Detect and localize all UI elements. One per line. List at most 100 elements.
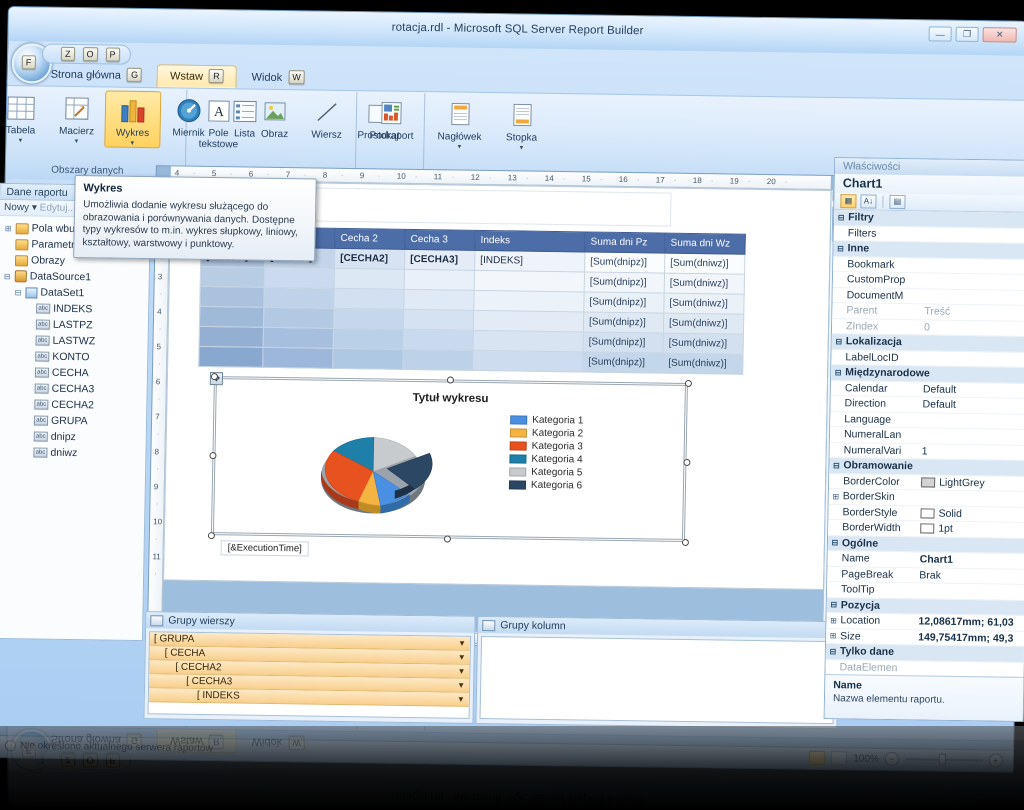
matrix-cell[interactable] bbox=[473, 330, 584, 352]
matrix-cell[interactable]: [Sum(dnipz)] bbox=[583, 331, 664, 354]
property-expander-icon[interactable]: ⊟ bbox=[827, 600, 841, 609]
categorized-icon[interactable]: ▦ bbox=[840, 194, 857, 209]
matrix-header-cell[interactable]: Suma dni Wz bbox=[664, 233, 746, 255]
property-value[interactable]: LightGrey bbox=[919, 476, 1024, 490]
alphabetical-sort-icon[interactable]: A↓ bbox=[860, 194, 877, 209]
property-value[interactable]: Default bbox=[921, 383, 1024, 397]
properties-grid[interactable]: ⊟ Filtry Filters ⊟ Inne Bookmark CustomProp Doc… bbox=[825, 210, 1024, 677]
property-value[interactable] bbox=[924, 234, 1024, 236]
execution-time-textbox[interactable]: [&ExecutionTime] bbox=[220, 540, 309, 557]
property-value[interactable] bbox=[917, 591, 1024, 593]
property-expander-icon[interactable]: ⊟ bbox=[832, 337, 846, 346]
matrix-header-cell[interactable]: Indeks bbox=[474, 230, 586, 252]
print-layout-view-button[interactable] bbox=[831, 751, 848, 766]
matrix-cell[interactable]: [Sum(dnipz)] bbox=[582, 351, 664, 374]
wykres-dropdown-arrow-icon[interactable]: ▾ bbox=[131, 140, 135, 147]
matrix-cell[interactable] bbox=[403, 329, 474, 351]
property-page-icon[interactable]: ▤ bbox=[889, 194, 906, 210]
matrix-cell[interactable] bbox=[402, 349, 474, 371]
ribbon-button-podraport[interactable]: Podraport bbox=[360, 94, 423, 142]
ribbon-button-pole-tekstowe[interactable]: A Pole tekstowe bbox=[190, 92, 247, 151]
handle-middle-right[interactable] bbox=[683, 458, 691, 467]
property-value[interactable]: 0 bbox=[922, 321, 1024, 335]
ribbon-button-naglowek[interactable]: Nagłówek ▾ bbox=[428, 95, 491, 151]
matrix-cell[interactable] bbox=[333, 288, 405, 310]
matrix-cell[interactable]: [Sum(dnipz)] bbox=[583, 311, 664, 334]
property-value[interactable]: 1 bbox=[920, 445, 1024, 459]
property-expander-icon[interactable]: ⊞ bbox=[826, 616, 840, 625]
matrix-cell[interactable] bbox=[262, 347, 334, 369]
matrix-cell[interactable] bbox=[263, 327, 334, 349]
matrix-cell[interactable] bbox=[472, 350, 584, 372]
edit-button[interactable]: Edytuj... bbox=[40, 203, 76, 215]
design-view-button[interactable] bbox=[809, 750, 826, 766]
property-value[interactable]: 149,75417mm; 49,3 bbox=[916, 631, 1024, 645]
zoom-slider-thumb[interactable] bbox=[938, 753, 946, 766]
matrix-cell[interactable] bbox=[474, 270, 585, 292]
property-expander-icon[interactable]: ⊟ bbox=[826, 647, 840, 656]
tree-expander-icon[interactable]: ⊟ bbox=[3, 272, 12, 281]
zoom-out-button[interactable]: − bbox=[884, 751, 899, 767]
property-expander-icon[interactable]: ⊞ bbox=[826, 631, 840, 640]
ribbon-button-macierz[interactable]: Macierz ▾ bbox=[48, 90, 105, 146]
matrix-cell[interactable]: [Sum(dnipz)] bbox=[584, 251, 665, 274]
property-value[interactable] bbox=[923, 281, 1024, 283]
ribbon-button-obraz[interactable]: Obraz bbox=[246, 92, 303, 140]
row-group-chevron-down-icon[interactable]: ▼ bbox=[458, 639, 466, 648]
matrix-cell[interactable] bbox=[473, 310, 584, 332]
property-expander-icon[interactable]: ⊟ bbox=[831, 368, 845, 377]
matrix-cell[interactable] bbox=[263, 287, 335, 309]
tab-widok[interactable]: Widok W bbox=[238, 65, 318, 89]
zoom-in-button[interactable]: + bbox=[988, 753, 1003, 768]
property-value[interactable]: Default bbox=[920, 399, 1024, 413]
handle-middle-left[interactable] bbox=[209, 452, 217, 460]
property-value[interactable]: 12,08617mm; 61,03 bbox=[916, 616, 1024, 630]
property-value[interactable]: 1pt bbox=[918, 523, 1024, 537]
matrix-cell[interactable]: [CECHA3] bbox=[404, 249, 475, 271]
handle-bottom-left[interactable] bbox=[207, 532, 215, 540]
minimize-button[interactable]: — bbox=[928, 26, 952, 42]
property-expander-icon[interactable]: ⊟ bbox=[829, 461, 843, 470]
matrix-cell[interactable]: [INDEKS] bbox=[474, 250, 585, 272]
matrix-header-cell[interactable]: Cecha 3 bbox=[404, 229, 476, 251]
handle-bottom-right[interactable] bbox=[681, 538, 689, 547]
new-caret-icon[interactable]: ▾ bbox=[32, 202, 37, 213]
matrix-cell[interactable] bbox=[199, 286, 265, 308]
matrix-cell[interactable] bbox=[199, 326, 264, 348]
tab-wstaw[interactable]: Wstaw R bbox=[156, 64, 237, 89]
property-value[interactable]: Chart1 bbox=[918, 554, 1024, 568]
tree-expander-icon[interactable]: ⊞ bbox=[4, 224, 13, 233]
matrix-cell[interactable]: [Sum(dniwz)] bbox=[663, 293, 745, 315]
tab-strona-glowna[interactable]: Strona główna G bbox=[37, 62, 155, 87]
ribbon-button-tabela[interactable]: Tabela ▾ bbox=[0, 89, 49, 145]
matrix-cell[interactable] bbox=[404, 269, 475, 291]
tree-expander-icon[interactable]: ⊟ bbox=[13, 288, 22, 297]
matrix-cell[interactable] bbox=[333, 328, 404, 350]
row-group-chevron-down-icon[interactable]: ▼ bbox=[458, 653, 466, 662]
tree-item-dniwz[interactable]: abc dniwz bbox=[0, 444, 146, 462]
matrix-cell[interactable]: [Sum(dniwz)] bbox=[662, 353, 744, 375]
property-value[interactable] bbox=[923, 296, 1024, 298]
matrix-cell[interactable]: [Sum(dniwz)] bbox=[664, 253, 745, 275]
matrix-cell[interactable] bbox=[403, 289, 475, 311]
matrix-cell[interactable] bbox=[473, 290, 585, 312]
matrix-header-cell[interactable]: Cecha 2 bbox=[334, 228, 406, 250]
row-group-chevron-down-icon[interactable]: ▼ bbox=[457, 695, 465, 704]
naglowek-dropdown-arrow-icon[interactable]: ▾ bbox=[458, 144, 462, 151]
matrix-cell[interactable]: [Sum(dniwz)] bbox=[663, 333, 744, 355]
tabela-dropdown-arrow-icon[interactable]: ▾ bbox=[19, 137, 23, 144]
ribbon-button-stopka[interactable]: Stopka ▾ bbox=[490, 96, 553, 152]
ribbon-button-wiersz[interactable]: Wiersz bbox=[302, 93, 351, 141]
property-value[interactable] bbox=[923, 265, 1024, 267]
zoom-slider[interactable] bbox=[904, 752, 983, 767]
column-groups-list[interactable] bbox=[479, 636, 836, 725]
maximize-button[interactable]: ❐ bbox=[955, 26, 979, 43]
handle-top-right[interactable] bbox=[684, 379, 693, 388]
matrix-cell[interactable] bbox=[332, 348, 404, 370]
ribbon-button-wykres[interactable]: Wykres ▾ bbox=[104, 90, 162, 149]
matrix-cell[interactable] bbox=[264, 267, 335, 289]
property-value[interactable] bbox=[916, 668, 1024, 670]
matrix-cell[interactable]: [Sum(dnipz)] bbox=[583, 291, 665, 314]
macierz-dropdown-arrow-icon[interactable]: ▾ bbox=[75, 138, 79, 145]
property-value[interactable] bbox=[920, 420, 1024, 422]
